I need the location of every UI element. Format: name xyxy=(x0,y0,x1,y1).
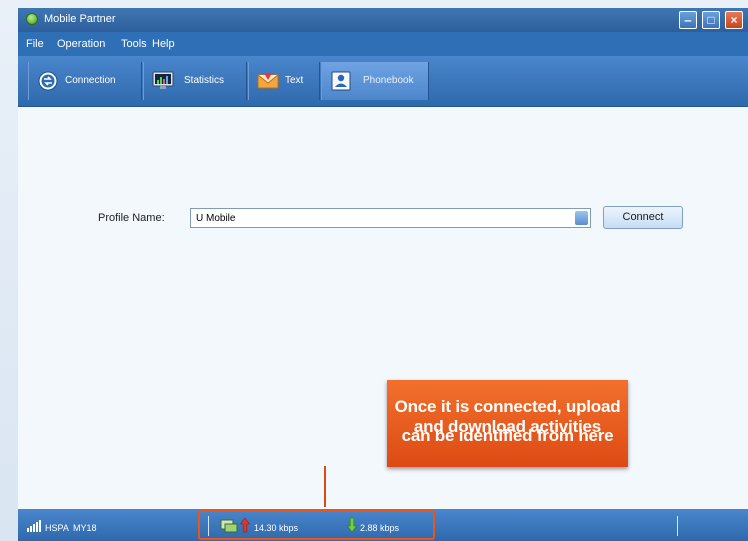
app-icon xyxy=(26,13,38,25)
status-divider-right xyxy=(677,516,678,536)
dropdown-arrow-icon[interactable] xyxy=(575,211,588,225)
upload-rate: 14.30 kbps xyxy=(254,523,299,533)
signal-strength-icon xyxy=(27,520,41,532)
profile-name-value: U Mobile xyxy=(196,213,236,224)
profile-name-label: Profile Name: xyxy=(98,212,165,224)
status-divider xyxy=(208,516,209,536)
connection-panel: Profile Name: U Mobile Connect xyxy=(18,107,748,509)
connection-icon xyxy=(38,71,58,91)
tab-connection[interactable]: Connection xyxy=(28,62,142,100)
callout-line-2: can be identified from here xyxy=(401,426,614,445)
tab-phonebook[interactable]: Phonebook xyxy=(321,62,429,100)
menu-help[interactable]: Help xyxy=(152,38,175,50)
window-title: Mobile Partner xyxy=(44,13,116,25)
menu-bar: File Operation Tools Help xyxy=(18,32,748,56)
phonebook-icon xyxy=(331,71,351,91)
maximize-button[interactable]: □ xyxy=(702,11,720,29)
statistics-icon xyxy=(152,71,174,89)
data-transfer-icon xyxy=(220,519,238,533)
download-rate: 2.88 kbps xyxy=(360,523,400,533)
connect-button[interactable]: Connect xyxy=(603,206,683,229)
mobile-partner-window: Mobile Partner ‒ □ × File Operation Tool… xyxy=(18,8,748,541)
tab-text-label: Text xyxy=(285,75,304,86)
status-bar: HSPA MY18 14.30 kbps 2.88 kbps xyxy=(18,509,748,541)
profile-name-select[interactable]: U Mobile xyxy=(190,208,591,228)
minimize-button[interactable]: ‒ xyxy=(679,11,697,29)
network-type: HSPA xyxy=(45,523,69,533)
close-button[interactable]: × xyxy=(725,11,743,29)
operator-name: MY18 xyxy=(73,523,97,533)
annotation-callout: Once it is connected, upload and downloa… xyxy=(387,380,628,467)
upload-arrow-icon xyxy=(240,517,250,533)
tab-statistics-label: Statistics xyxy=(184,75,225,86)
callout-connector-line xyxy=(324,466,326,507)
title-bar[interactable]: Mobile Partner ‒ □ × xyxy=(18,8,748,32)
menu-tools[interactable]: Tools xyxy=(121,38,147,50)
tab-phonebook-label: Phonebook xyxy=(363,75,414,86)
tab-statistics[interactable]: Statistics xyxy=(143,62,247,100)
menu-operation[interactable]: Operation xyxy=(57,38,105,50)
tab-connection-label: Connection xyxy=(65,75,116,86)
text-envelope-icon xyxy=(257,73,279,89)
main-toolbar: Connection Statistics Text Phonebook xyxy=(18,56,748,107)
download-arrow-icon xyxy=(347,517,357,533)
menu-file[interactable]: File xyxy=(26,38,44,50)
tab-text[interactable]: Text xyxy=(248,62,320,100)
